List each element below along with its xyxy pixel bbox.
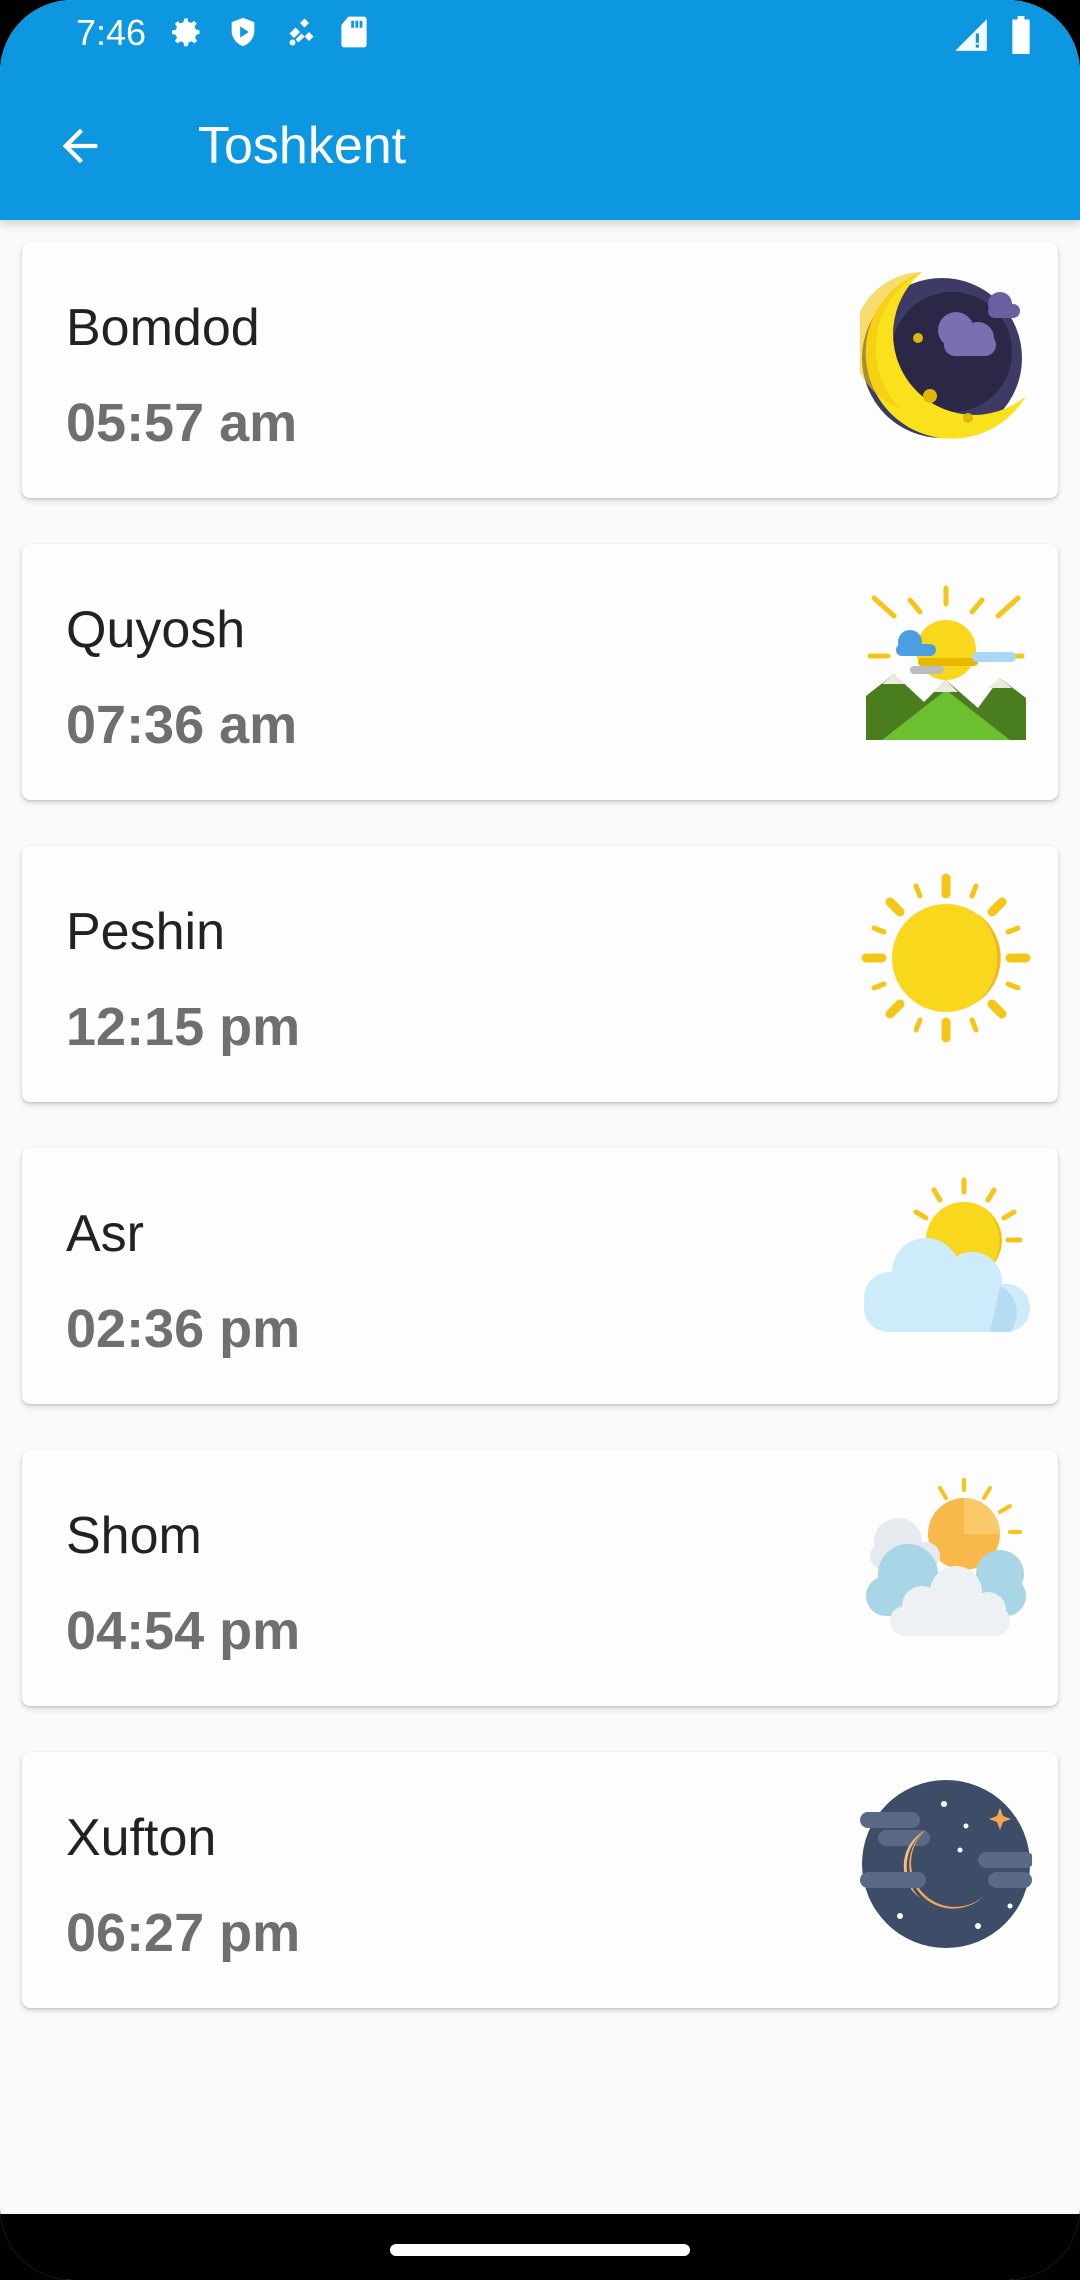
- battery-icon: [1012, 16, 1030, 54]
- crescent-moon-cloud-icon: [860, 272, 1026, 439]
- prayer-name: Asr: [66, 1205, 144, 1263]
- shield-play-icon: [231, 17, 255, 47]
- sun-icon: [861, 873, 1031, 1043]
- status-icons-left: [168, 14, 368, 50]
- prayer-card-quyosh[interactable]: Quyosh 07:36 am: [22, 544, 1058, 800]
- settings-icon: [172, 18, 200, 47]
- prayer-card-shom[interactable]: Shom 04:54 pm: [22, 1450, 1058, 1706]
- sunrise-mountains-icon: [866, 585, 1026, 740]
- navigation-bar: [0, 2214, 1080, 2280]
- home-gesture-handle[interactable]: [390, 2244, 690, 2256]
- app-bar: 7:46 Toshkent: [0, 0, 1080, 220]
- status-time: 7:46: [76, 12, 147, 53]
- prayer-time: 05:57 am: [66, 393, 298, 453]
- prayer-time: 02:36 pm: [66, 1299, 301, 1359]
- status-icons-right: [952, 16, 1032, 54]
- arrow-back-icon: [62, 128, 98, 164]
- prayer-name: Quyosh: [66, 601, 246, 659]
- sun-behind-cloud-icon: [864, 1177, 1030, 1332]
- prayer-time: 06:27 pm: [66, 1903, 301, 1963]
- night-moon-stars-icon: [860, 1780, 1032, 1948]
- prayer-name: Bomdod: [66, 299, 260, 357]
- screen: 7:46 Toshkent Bomdod 05:57 am Quyosh 07:…: [0, 0, 1080, 2280]
- toolbar: Toshkent: [0, 72, 1080, 220]
- prayer-card-xufton[interactable]: Xufton 06:27 pm: [22, 1752, 1058, 2008]
- prayer-card-peshin[interactable]: Peshin 12:15 pm: [22, 846, 1058, 1102]
- satellite-icon: [289, 18, 314, 46]
- prayer-time: 12:15 pm: [66, 997, 301, 1057]
- prayer-time: 07:36 am: [66, 695, 298, 755]
- prayer-name: Xufton: [66, 1809, 217, 1867]
- back-button[interactable]: [44, 110, 116, 182]
- prayer-times-list: Bomdod 05:57 am Quyosh 07:36 am Peshin 1…: [22, 242, 1058, 2054]
- prayer-card-asr[interactable]: Asr 02:36 pm: [22, 1148, 1058, 1404]
- prayer-time: 04:54 pm: [66, 1601, 301, 1661]
- signal-icon: [955, 19, 987, 51]
- page-title: Toshkent: [198, 117, 407, 175]
- status-bar: 7:46: [0, 0, 1080, 72]
- prayer-name: Peshin: [66, 903, 225, 961]
- sd-card-icon: [341, 16, 367, 48]
- sunset-clouds-icon: [866, 1478, 1026, 1636]
- prayer-card-bomdod[interactable]: Bomdod 05:57 am: [22, 242, 1058, 498]
- prayer-name: Shom: [66, 1507, 202, 1565]
